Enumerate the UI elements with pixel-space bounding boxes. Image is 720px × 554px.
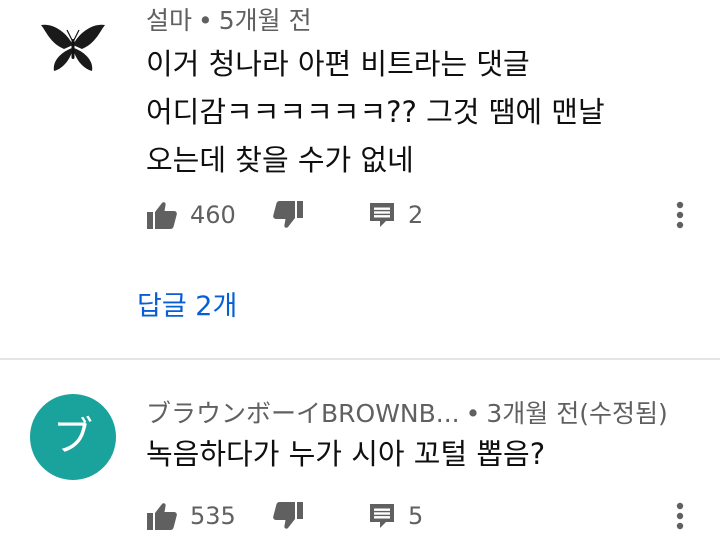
comment-time[interactable]: 5개월 전	[219, 6, 312, 35]
dislike-button[interactable]	[272, 195, 304, 235]
butterfly-icon	[30, 4, 116, 90]
reply-icon	[370, 504, 394, 528]
like-count: 535	[190, 502, 236, 530]
comment: 설마 • 5개월 전 이거 청나라 아편 비트라는 댓글 어디감ㅋㅋㅋㅋㅋㅋ?? 그…	[0, 0, 720, 360]
more-vertical-icon	[676, 201, 684, 229]
more-options-button[interactable]	[672, 195, 688, 235]
thumbs-up-icon	[147, 202, 177, 229]
reply-count: 5	[408, 502, 424, 530]
like-count: 460	[190, 201, 236, 229]
comment-time[interactable]: 3개월 전(수정됨)	[486, 399, 667, 428]
thumbs-down-icon	[273, 502, 303, 529]
comment-text: 이거 청나라 아편 비트라는 댓글 어디감ㅋㅋㅋㅋㅋㅋ?? 그것 땜에 맨날 오…	[146, 40, 686, 184]
thumbs-up-icon	[147, 503, 177, 530]
comment-text: 녹음하다가 누가 시아 꼬털 뽑음?	[146, 430, 686, 478]
reply-icon	[370, 203, 394, 227]
more-vertical-icon	[676, 502, 684, 530]
reply-button[interactable]: 2	[368, 195, 423, 235]
comment-author[interactable]: 설마	[146, 1, 192, 37]
comment-meta: ブラウンボーイBROWNB... • 3개월 전(수정됨)	[146, 394, 668, 430]
reply-button[interactable]: 5	[368, 496, 423, 536]
comment-text-line: 이거 청나라 아편 비트라는 댓글	[146, 47, 530, 81]
comment-meta: 설마 • 5개월 전	[146, 1, 312, 37]
comment: ブ ブラウンボーイBROWNB... • 3개월 전(수정됨) 녹음하다가 누가 시…	[0, 360, 720, 554]
avatar[interactable]: ブ	[30, 394, 116, 480]
view-replies-link[interactable]: 답글 2개	[137, 284, 237, 323]
reply-count: 2	[408, 201, 424, 229]
comment-text-line: 녹음하다가 누가 시아 꼬털 뽑음?	[146, 437, 546, 471]
comment-text-line: 어디감ㅋㅋㅋㅋㅋㅋ?? 그것 땜에 맨날	[146, 95, 605, 129]
comment-author[interactable]: ブラウンボーイBROWNB...	[146, 394, 460, 430]
avatar[interactable]	[30, 4, 116, 90]
more-options-button[interactable]	[672, 496, 688, 536]
comment-text-line: 오는데 찾을 수가 없네	[146, 143, 414, 177]
meta-separator: •	[465, 399, 481, 428]
dislike-button[interactable]	[272, 496, 304, 536]
thumbs-down-icon	[273, 201, 303, 228]
comment-actions: 460 2	[146, 195, 706, 235]
like-button[interactable]: 460	[146, 195, 236, 235]
comment-actions: 535 5	[146, 496, 706, 536]
like-button[interactable]: 535	[146, 496, 236, 536]
avatar-letter: ブ	[30, 394, 116, 480]
meta-separator: •	[198, 6, 213, 35]
